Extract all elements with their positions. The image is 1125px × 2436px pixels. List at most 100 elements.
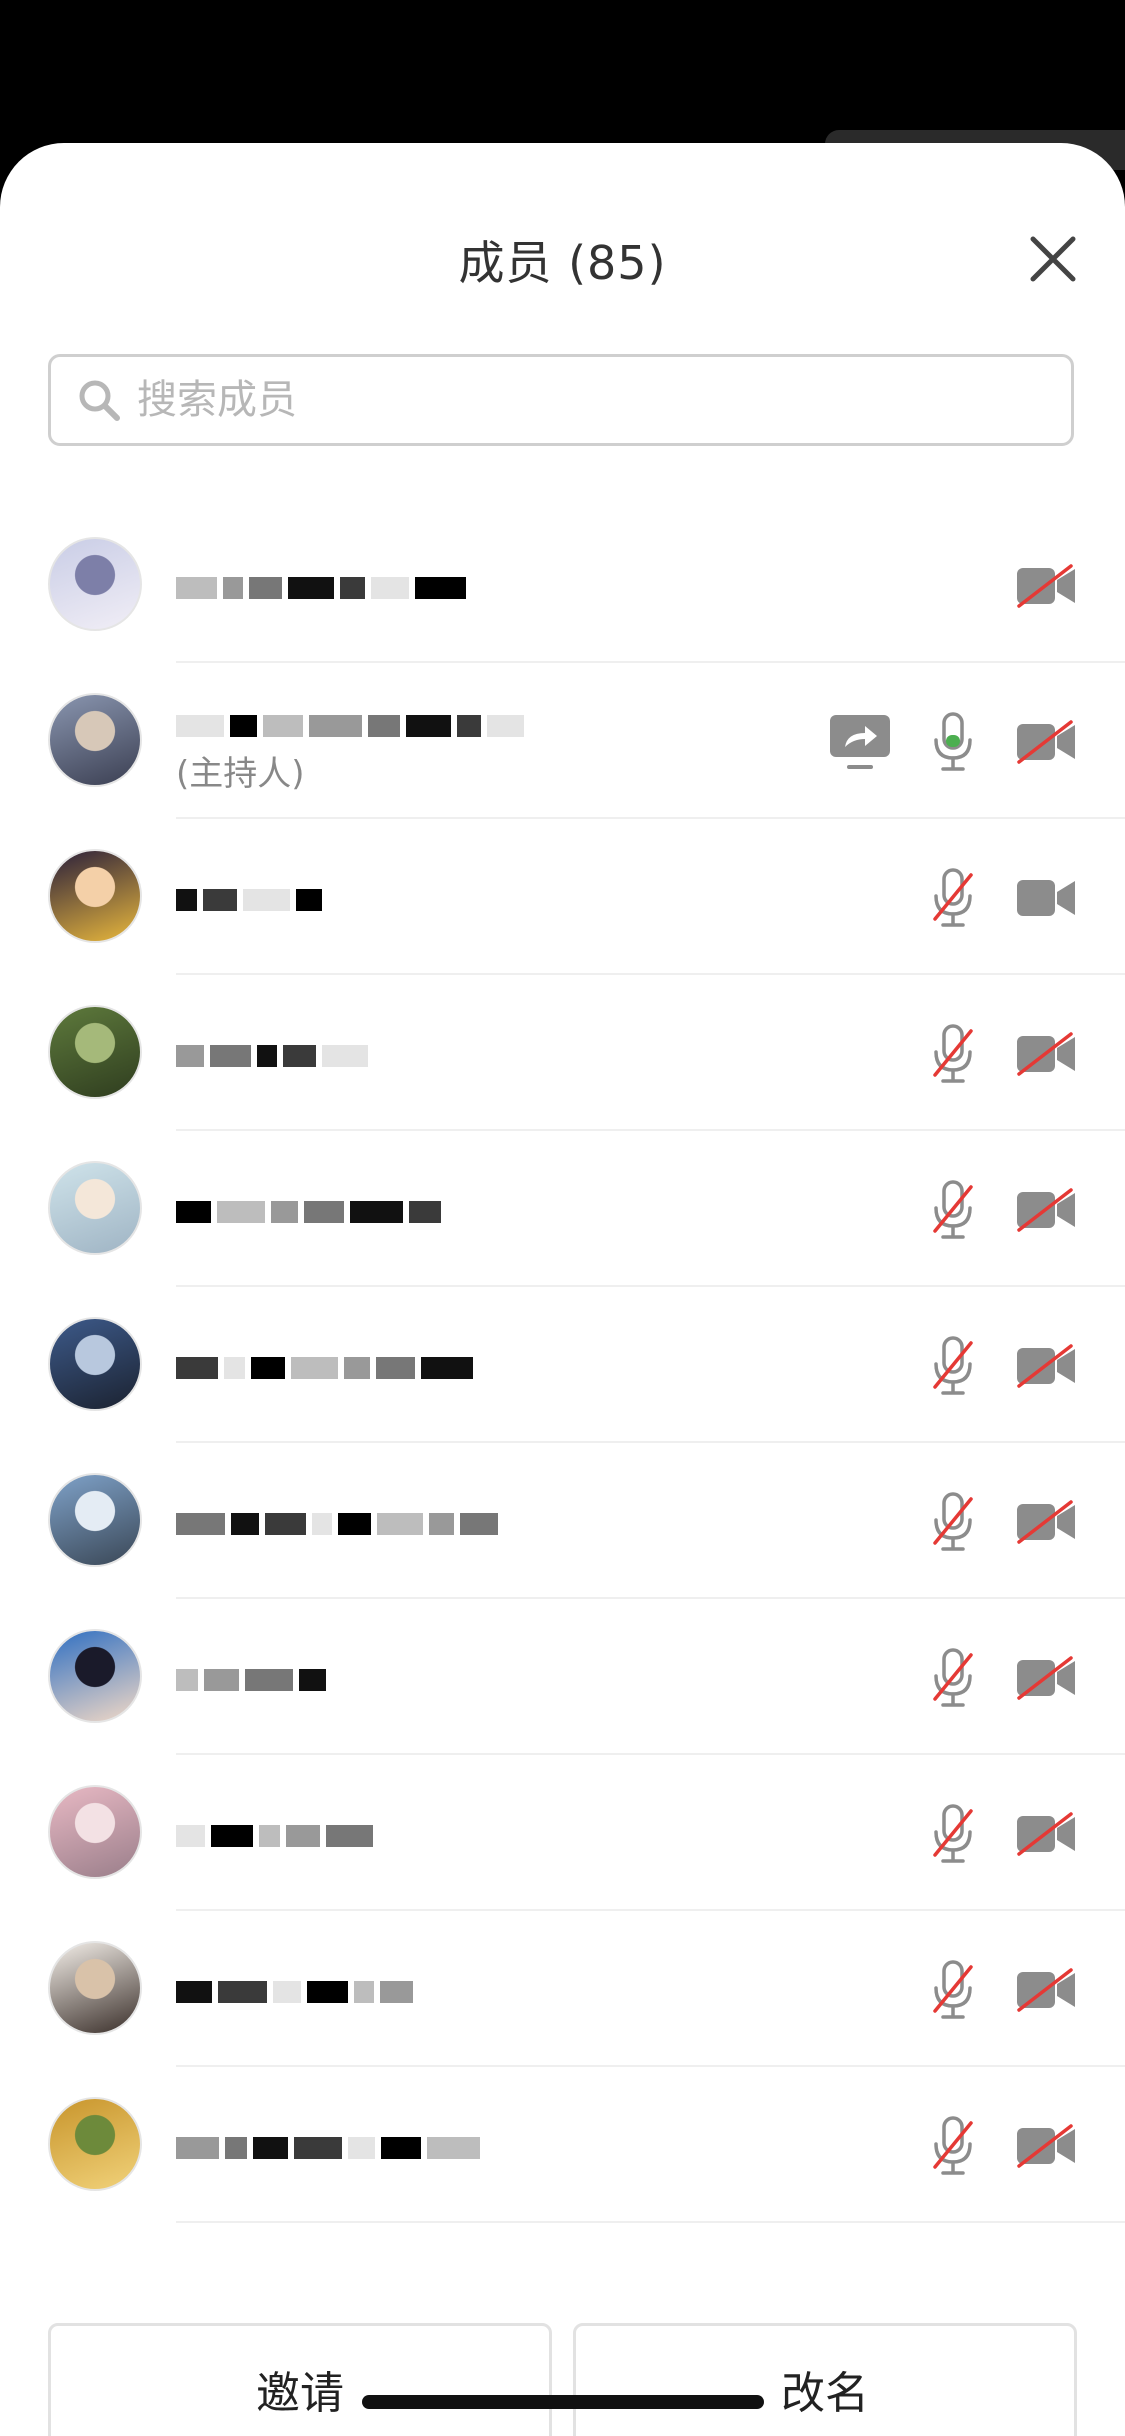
member-row[interactable]	[0, 1755, 1125, 1911]
camera-off-icon[interactable]	[1015, 2123, 1077, 2169]
member-name	[176, 871, 328, 925]
redacted-name-block	[340, 577, 365, 599]
member-name	[176, 1495, 504, 1549]
member-row[interactable]	[0, 975, 1125, 1131]
redacted-name-block	[176, 1669, 198, 1691]
member-status-icons	[829, 711, 1077, 773]
redacted-name-block	[265, 1513, 306, 1535]
redacted-name-block	[225, 2137, 247, 2159]
member-row[interactable]	[0, 1911, 1125, 2067]
page-title: 成员 (85)	[458, 236, 667, 290]
mic-off-icon[interactable]	[931, 2115, 975, 2177]
camera-off-icon[interactable]	[1015, 1811, 1077, 1857]
redacted-name-block	[380, 1981, 413, 2003]
redacted-name-block	[354, 1981, 374, 2003]
camera-off-icon[interactable]	[1015, 719, 1077, 765]
redacted-name-block	[176, 1045, 204, 1067]
redacted-name-block	[283, 1045, 316, 1067]
avatar	[48, 1317, 142, 1411]
avatar	[48, 1005, 142, 1099]
member-status-icons	[931, 867, 1077, 929]
redacted-name-block	[176, 577, 217, 599]
member-info	[176, 853, 328, 925]
mic-off-icon[interactable]	[931, 1023, 975, 1085]
redacted-name-block	[487, 715, 524, 737]
camera-off-icon[interactable]	[1015, 1655, 1077, 1701]
mic-off-icon[interactable]	[931, 1179, 975, 1241]
mic-off-icon[interactable]	[931, 1491, 975, 1553]
avatar	[48, 2097, 142, 2191]
member-row[interactable]: (主持人)	[0, 663, 1125, 819]
members-sheet: 成员 (85) (主持人) 邀请 改名	[0, 143, 1125, 2436]
member-row[interactable]	[0, 819, 1125, 975]
invite-button[interactable]: 邀请	[48, 2323, 552, 2436]
mic-off-icon[interactable]	[931, 1803, 975, 1865]
camera-off-icon[interactable]	[1015, 563, 1077, 609]
camera-off-icon[interactable]	[1015, 1499, 1077, 1545]
redacted-name-block	[296, 889, 322, 911]
redacted-name-block	[243, 889, 290, 911]
redacted-name-block	[460, 1513, 498, 1535]
redacted-name-block	[309, 715, 362, 737]
redacted-name-block	[204, 1669, 239, 1691]
avatar	[48, 1161, 142, 1255]
member-row[interactable]	[0, 507, 1125, 663]
redacted-name-block	[176, 889, 197, 911]
member-status-icons	[931, 1179, 1077, 1241]
member-info	[176, 1321, 479, 1393]
member-name	[176, 1963, 419, 2017]
redacted-name-block	[457, 715, 481, 737]
redacted-name-block	[427, 2137, 480, 2159]
mic-off-icon[interactable]	[931, 867, 975, 929]
redacted-name-block	[273, 1981, 301, 2003]
redacted-name-block	[344, 1357, 370, 1379]
screen-share-icon[interactable]	[829, 713, 891, 771]
member-row[interactable]	[0, 1131, 1125, 1287]
member-name	[176, 1807, 379, 1861]
redacted-name-block	[218, 1981, 267, 2003]
redacted-name-block	[377, 1513, 423, 1535]
camera-icon[interactable]	[1015, 875, 1077, 921]
search-icon	[79, 380, 120, 421]
search-field[interactable]	[48, 354, 1074, 446]
avatar	[48, 1629, 142, 1723]
member-name	[176, 697, 530, 751]
home-indicator[interactable]	[362, 2395, 764, 2409]
search-input[interactable]	[135, 376, 1019, 424]
redacted-name-block	[176, 1825, 205, 1847]
redacted-name-block	[223, 577, 243, 599]
close-button[interactable]	[1029, 235, 1077, 283]
avatar	[48, 1785, 142, 1879]
rename-button[interactable]: 改名	[573, 2323, 1077, 2436]
mic-off-icon[interactable]	[931, 1335, 975, 1397]
redacted-name-block	[211, 1825, 253, 1847]
member-name	[176, 1027, 374, 1081]
mic-off-icon[interactable]	[931, 1959, 975, 2021]
member-status-icons	[931, 1491, 1077, 1553]
redacted-name-block	[176, 1357, 218, 1379]
camera-off-icon[interactable]	[1015, 1967, 1077, 2013]
redacted-name-block	[322, 1045, 368, 1067]
member-status-icons	[931, 1959, 1077, 2021]
redacted-name-block	[368, 715, 400, 737]
redacted-name-block	[176, 1513, 225, 1535]
redacted-name-block	[210, 1045, 251, 1067]
member-row[interactable]	[0, 1599, 1125, 1755]
camera-off-icon[interactable]	[1015, 1343, 1077, 1389]
camera-off-icon[interactable]	[1015, 1187, 1077, 1233]
member-status-icons	[931, 2115, 1077, 2177]
redacted-name-block	[245, 1669, 293, 1691]
member-status-icons	[1015, 555, 1077, 617]
member-row[interactable]	[0, 2067, 1125, 2223]
camera-off-icon[interactable]	[1015, 1031, 1077, 1077]
mic-icon[interactable]	[931, 711, 975, 773]
redacted-name-block	[376, 1357, 415, 1379]
member-info	[176, 1477, 504, 1549]
member-list[interactable]: (主持人)	[0, 507, 1125, 2305]
redacted-name-block	[263, 715, 303, 737]
redacted-name-block	[259, 1825, 280, 1847]
mic-off-icon[interactable]	[931, 1647, 975, 1709]
avatar	[48, 537, 142, 631]
member-row[interactable]	[0, 1443, 1125, 1599]
member-row[interactable]	[0, 1287, 1125, 1443]
